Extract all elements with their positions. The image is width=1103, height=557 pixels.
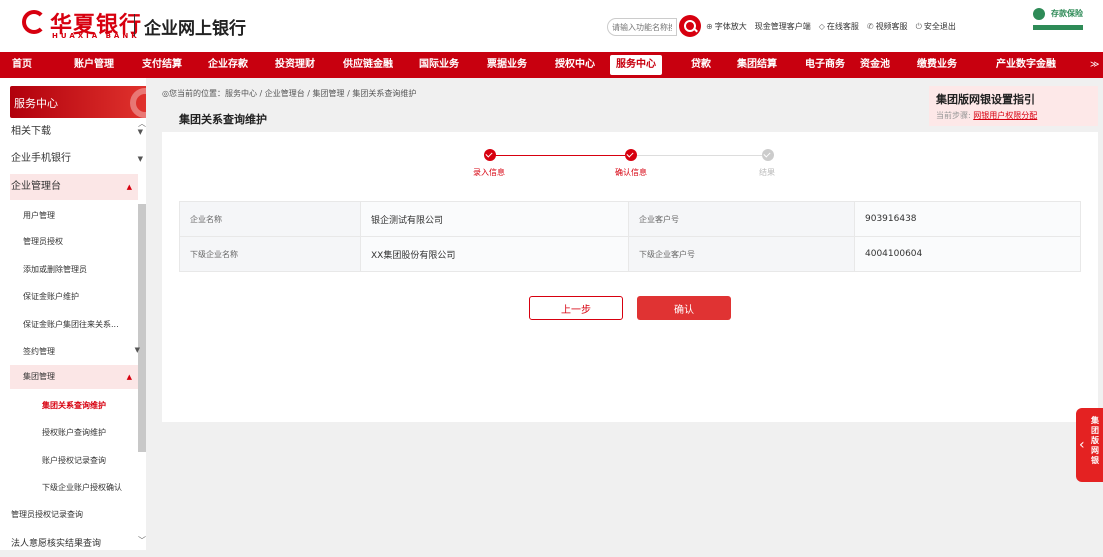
- prev-step-button[interactable]: 上一步: [529, 296, 623, 320]
- bank-logo-icon: [22, 10, 46, 34]
- search-icon[interactable]: [679, 15, 701, 37]
- field-value: 4004100604: [854, 236, 1081, 272]
- field-value: XX集团股份有限公司: [360, 236, 629, 272]
- main-nav: 首页 账户管理 支付结算 企业存款 投资理财 供应链金融 国际业务 票据业务 授…: [0, 52, 1103, 78]
- step-label-result: 结果: [759, 168, 775, 177]
- video-service-link[interactable]: ✆ 视频客服: [867, 21, 908, 32]
- nav-cash-pool[interactable]: 资金池: [860, 52, 890, 78]
- phone-icon: ✆: [866, 22, 874, 31]
- sidebar-item-margin-account[interactable]: 保证金账户维护: [23, 291, 161, 302]
- top-links: ⊕ 字体放大 现金管理客户端 ◇ 在线客服 ✆ 视频客服 ⏻ 安全退出: [706, 21, 956, 32]
- step-pending-icon: [762, 149, 774, 161]
- nav-home[interactable]: 首页: [12, 52, 32, 78]
- nav-supply-chain[interactable]: 供应链金融: [343, 52, 393, 78]
- sidebar-item-margin-group[interactable]: 保证金账户集团往来关系...: [23, 319, 161, 330]
- nav-loans[interactable]: 贷款: [691, 52, 711, 78]
- sidebar-item-group-relation[interactable]: 集团关系查询维护: [42, 400, 180, 411]
- group-guide-float-tab[interactable]: ‹ 集团版网银: [1076, 408, 1103, 482]
- sidebar-item-enterprise-console[interactable]: 企业管理台 ▲: [10, 174, 138, 200]
- page-title: 集团关系查询维护: [179, 113, 267, 126]
- sidebar-item-mobile-banking[interactable]: 企业手机银行 ▼: [11, 146, 149, 172]
- nav-bills[interactable]: 票据业务: [487, 52, 527, 78]
- nav-payment[interactable]: 支付结算: [142, 52, 182, 78]
- zoom-icon: ⊕: [706, 22, 713, 31]
- nav-group-settlement[interactable]: 集团结算: [737, 52, 777, 78]
- nav-ecommerce[interactable]: 电子商务: [805, 52, 845, 78]
- setup-guide[interactable]: 集团版网银设置指引 当前步骤: 网银用户权限分配: [929, 86, 1098, 126]
- step-connector: [637, 155, 767, 156]
- power-icon: ⏻: [915, 22, 922, 31]
- caret-down-icon: ▼: [137, 155, 143, 163]
- chevron-left-icon: ‹: [1079, 437, 1085, 453]
- sidebar-item-group-management[interactable]: 集团管理 ▲: [10, 365, 138, 389]
- sidebar-item-contract[interactable]: 签约管理 ▼: [23, 346, 140, 357]
- deposit-insurance-icon: [1033, 8, 1045, 20]
- nav-service-center[interactable]: 服务中心: [610, 55, 662, 75]
- logo-divider: [134, 14, 135, 36]
- field-value: 903916438: [854, 201, 1081, 237]
- sidebar-item-sub-confirm[interactable]: 下级企业账户授权确认: [42, 482, 180, 493]
- main-content: ◎您当前的位置：服务中心 / 企业管理台 / 集团管理 / 集团关系查询维护 集…: [162, 78, 1098, 422]
- sidebar-item-auth-account[interactable]: 授权账户查询维护: [42, 427, 180, 438]
- site-title: 企业网上银行: [144, 19, 246, 39]
- location-icon: ◎: [162, 89, 169, 98]
- logout-link[interactable]: ⏻ 安全退出: [916, 21, 956, 32]
- nav-account[interactable]: 账户管理: [74, 52, 114, 78]
- confirm-button[interactable]: 确认: [637, 296, 731, 320]
- field-value: 银企测试有限公司: [360, 201, 629, 237]
- field-label: 企业客户号: [628, 201, 855, 237]
- step-label-confirm: 确认信息: [615, 168, 647, 177]
- field-label: 企业名称: [179, 201, 361, 237]
- sidebar-item-legal-verify[interactable]: 法人意愿核实结果查询: [11, 531, 149, 557]
- header-decoration-icon: [130, 88, 146, 118]
- online-service-link[interactable]: ◇ 在线客服: [819, 21, 859, 32]
- sidebar-item-add-remove-admin[interactable]: 添加或删除管理员: [23, 264, 161, 275]
- nav-deposit[interactable]: 企业存款: [208, 52, 248, 78]
- info-table: 企业名称 银企测试有限公司 企业客户号 903916438 下级企业名称 XX集…: [179, 201, 1081, 272]
- function-search-input[interactable]: [607, 18, 677, 36]
- step-done-icon: [625, 149, 637, 161]
- sidebar-header: 服务中心: [10, 86, 146, 118]
- table-row: 企业名称 银企测试有限公司 企业客户号 903916438: [179, 201, 1081, 237]
- nav-international[interactable]: 国际业务: [419, 52, 459, 78]
- nav-more-icon[interactable]: ≫: [1090, 52, 1099, 78]
- sidebar-item-admin-auth-records[interactable]: 管理员授权记录查询: [11, 509, 149, 520]
- guide-step-link[interactable]: 网银用户权限分配: [973, 111, 1037, 120]
- step-connector: [490, 155, 625, 156]
- form-panel: 录入信息 确认信息 结果 企业名称 银企测试有限公司 企业客户号 9039164…: [162, 132, 1098, 422]
- caret-up-icon: ▲: [126, 373, 132, 381]
- cash-client-link[interactable]: 现金管理客户端: [755, 21, 811, 32]
- deposit-insurance-logo: 存款保险: [1033, 8, 1083, 42]
- caret-down-icon: ▼: [134, 346, 140, 354]
- sidebar-item-auth-records[interactable]: 账户授权记录查询: [42, 455, 180, 466]
- sidebar: 服务中心 ︿ 相关下载 ▼ 企业手机银行 ▼ 企业管理台 ▲ 用户管理 管理员授权 添…: [0, 78, 146, 550]
- nav-digital-finance[interactable]: 产业数字金融: [996, 52, 1056, 78]
- font-enlarge-link[interactable]: ⊕ 字体放大: [706, 21, 747, 32]
- top-header: 华夏银行 HUAXIA BANK 企业网上银行 ⊕字体放大 现金管理客户端 ◇在…: [0, 0, 1103, 52]
- caret-up-icon: ▲: [126, 183, 132, 191]
- field-label: 下级企业客户号: [628, 236, 855, 272]
- sidebar-item-downloads[interactable]: 相关下载 ▼: [11, 119, 149, 145]
- scroll-down-icon[interactable]: ﹀: [138, 535, 146, 546]
- bank-name-en: HUAXIA BANK: [52, 32, 140, 40]
- sidebar-item-user-management[interactable]: 用户管理: [23, 210, 161, 221]
- table-row: 下级企业名称 XX集团股份有限公司 下级企业客户号 4004100604: [179, 236, 1081, 272]
- field-label: 下级企业名称: [179, 236, 361, 272]
- sidebar-item-admin-auth[interactable]: 管理员授权: [23, 236, 161, 247]
- nav-investment[interactable]: 投资理财: [275, 52, 315, 78]
- chat-icon: ◇: [818, 22, 825, 31]
- step-label-input: 录入信息: [473, 168, 505, 177]
- caret-down-icon: ▼: [137, 128, 143, 136]
- nav-fee-payment[interactable]: 缴费业务: [917, 52, 957, 78]
- step-done-icon: [484, 149, 496, 161]
- nav-authorization[interactable]: 授权中心: [555, 52, 595, 78]
- breadcrumb: ◎您当前的位置：服务中心 / 企业管理台 / 集团管理 / 集团关系查询维护: [162, 89, 417, 98]
